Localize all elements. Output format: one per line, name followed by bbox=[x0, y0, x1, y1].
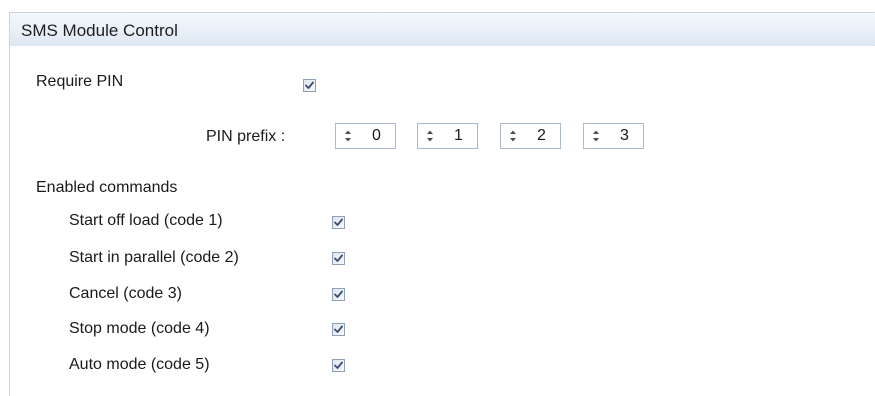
command-start-in-parallel-label: Start in parallel (code 2) bbox=[69, 249, 239, 266]
pin-prefix-digit-1-spinner[interactable]: 0 bbox=[335, 123, 396, 149]
spin-arrows-icon[interactable] bbox=[592, 129, 600, 143]
enabled-commands-heading: Enabled commands bbox=[36, 179, 178, 196]
pin-prefix-digit-3-spinner[interactable]: 2 bbox=[500, 123, 561, 149]
pin-prefix-digit-4-value: 3 bbox=[620, 127, 629, 144]
command-auto-mode-label: Auto mode (code 5) bbox=[69, 356, 210, 373]
pin-prefix-digit-1-value: 0 bbox=[372, 127, 381, 144]
pin-prefix-digit-3-value: 2 bbox=[537, 127, 546, 144]
check-icon bbox=[334, 218, 343, 226]
check-icon bbox=[305, 81, 314, 89]
command-stop-mode-label: Stop mode (code 4) bbox=[69, 320, 210, 337]
command-stop-mode-checkbox[interactable] bbox=[332, 323, 345, 336]
command-start-off-load-checkbox[interactable] bbox=[332, 216, 345, 229]
command-start-in-parallel-checkbox[interactable] bbox=[332, 252, 345, 265]
pin-prefix-digit-2-spinner[interactable]: 1 bbox=[417, 123, 478, 149]
spin-arrows-icon[interactable] bbox=[344, 129, 352, 143]
command-start-off-load-label: Start off load (code 1) bbox=[69, 212, 223, 229]
require-pin-checkbox[interactable] bbox=[303, 79, 316, 92]
spin-arrows-icon[interactable] bbox=[426, 129, 434, 143]
check-icon bbox=[334, 290, 343, 298]
spin-arrows-icon[interactable] bbox=[509, 129, 517, 143]
require-pin-label: Require PIN bbox=[36, 73, 124, 90]
pin-prefix-digit-2-value: 1 bbox=[454, 127, 463, 144]
check-icon bbox=[334, 254, 343, 262]
panel-header: SMS Module Control bbox=[9, 12, 875, 46]
command-cancel-checkbox[interactable] bbox=[332, 288, 345, 301]
panel-title: SMS Module Control bbox=[21, 21, 178, 40]
pin-prefix-label: PIN prefix : bbox=[206, 128, 286, 145]
pin-prefix-digit-4-spinner[interactable]: 3 bbox=[583, 123, 644, 149]
command-cancel-label: Cancel (code 3) bbox=[69, 285, 182, 302]
check-icon bbox=[334, 325, 343, 333]
command-auto-mode-checkbox[interactable] bbox=[332, 359, 345, 372]
sms-module-control-panel: SMS Module Control Require PIN PIN prefi… bbox=[0, 0, 875, 396]
check-icon bbox=[334, 361, 343, 369]
